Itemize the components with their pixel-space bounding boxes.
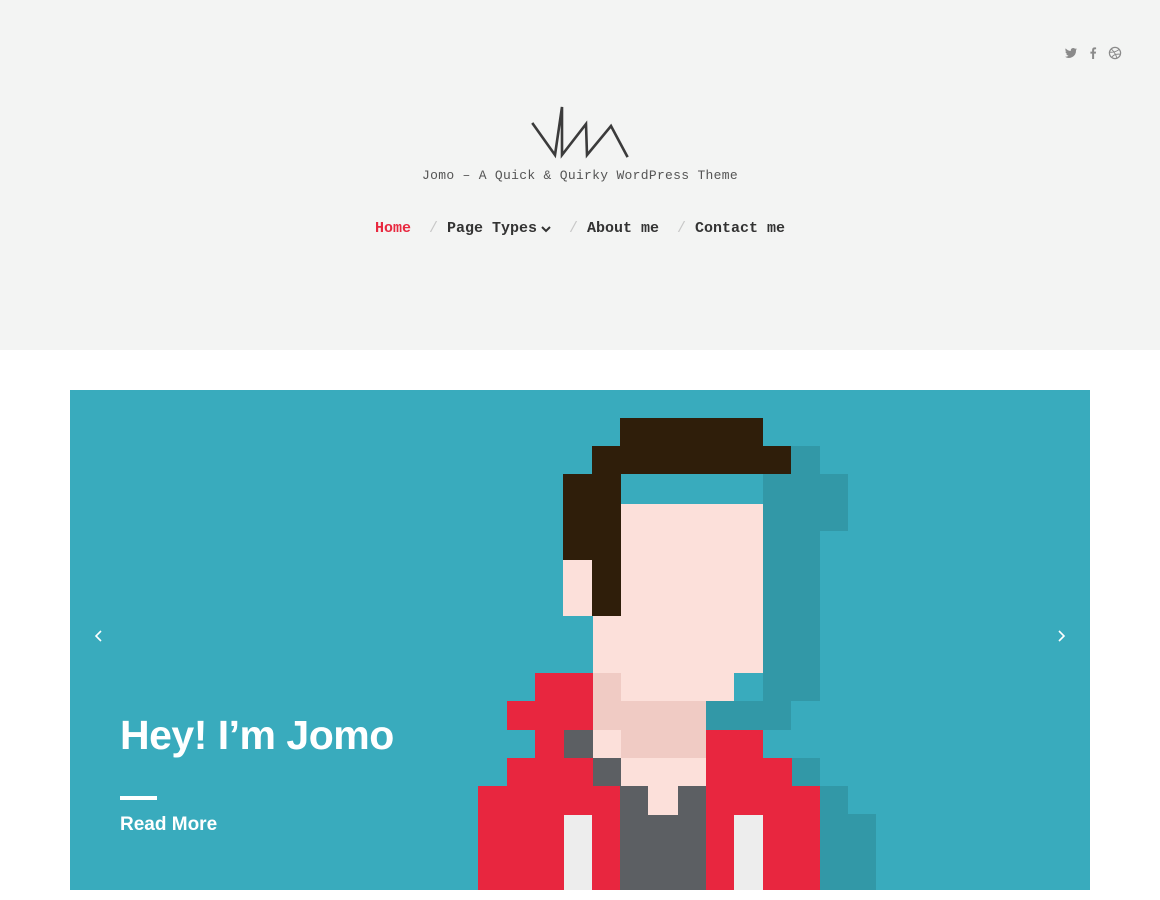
nav-separator: / xyxy=(428,220,438,237)
nav-item-label: Home xyxy=(374,220,411,237)
read-more-link[interactable]: Read More xyxy=(120,814,217,836)
twitter-icon[interactable] xyxy=(1064,46,1078,60)
chevron-down-icon xyxy=(541,225,551,232)
nav-separator: / xyxy=(568,220,578,237)
facebook-icon[interactable] xyxy=(1086,46,1100,60)
dribbble-icon[interactable] xyxy=(1108,46,1122,60)
chevron-right-icon[interactable] xyxy=(1053,628,1069,644)
hero-title: Hey! I’m Jomo xyxy=(120,712,394,758)
site-tagline: Jomo – A Quick & Quirky WordPress Theme xyxy=(422,168,738,183)
chevron-left-icon[interactable] xyxy=(91,628,107,644)
nav-item-about-me[interactable]: About me xyxy=(587,220,659,237)
nav-item-label: Contact me xyxy=(695,220,786,237)
primary-nav: Home / Page Types / About me / Contact m… xyxy=(0,220,1160,237)
hero-divider xyxy=(120,796,157,800)
nav-separator: / xyxy=(677,220,687,237)
pixel-avatar-illustration xyxy=(478,418,876,890)
nav-item-page-types[interactable]: Page Types xyxy=(447,220,551,237)
social-links xyxy=(1064,46,1122,60)
hero-slider: Hey! I’m Jomo Read More xyxy=(70,390,1090,890)
nav-item-contact-me[interactable]: Contact me xyxy=(695,220,785,237)
jomo-logo-icon[interactable] xyxy=(531,105,629,161)
nav-item-label: About me xyxy=(587,220,660,237)
nav-item-home[interactable]: Home xyxy=(375,220,411,237)
site-header: Jomo – A Quick & Quirky WordPress Theme … xyxy=(0,0,1160,350)
nav-item-label: Page Types xyxy=(446,220,537,237)
